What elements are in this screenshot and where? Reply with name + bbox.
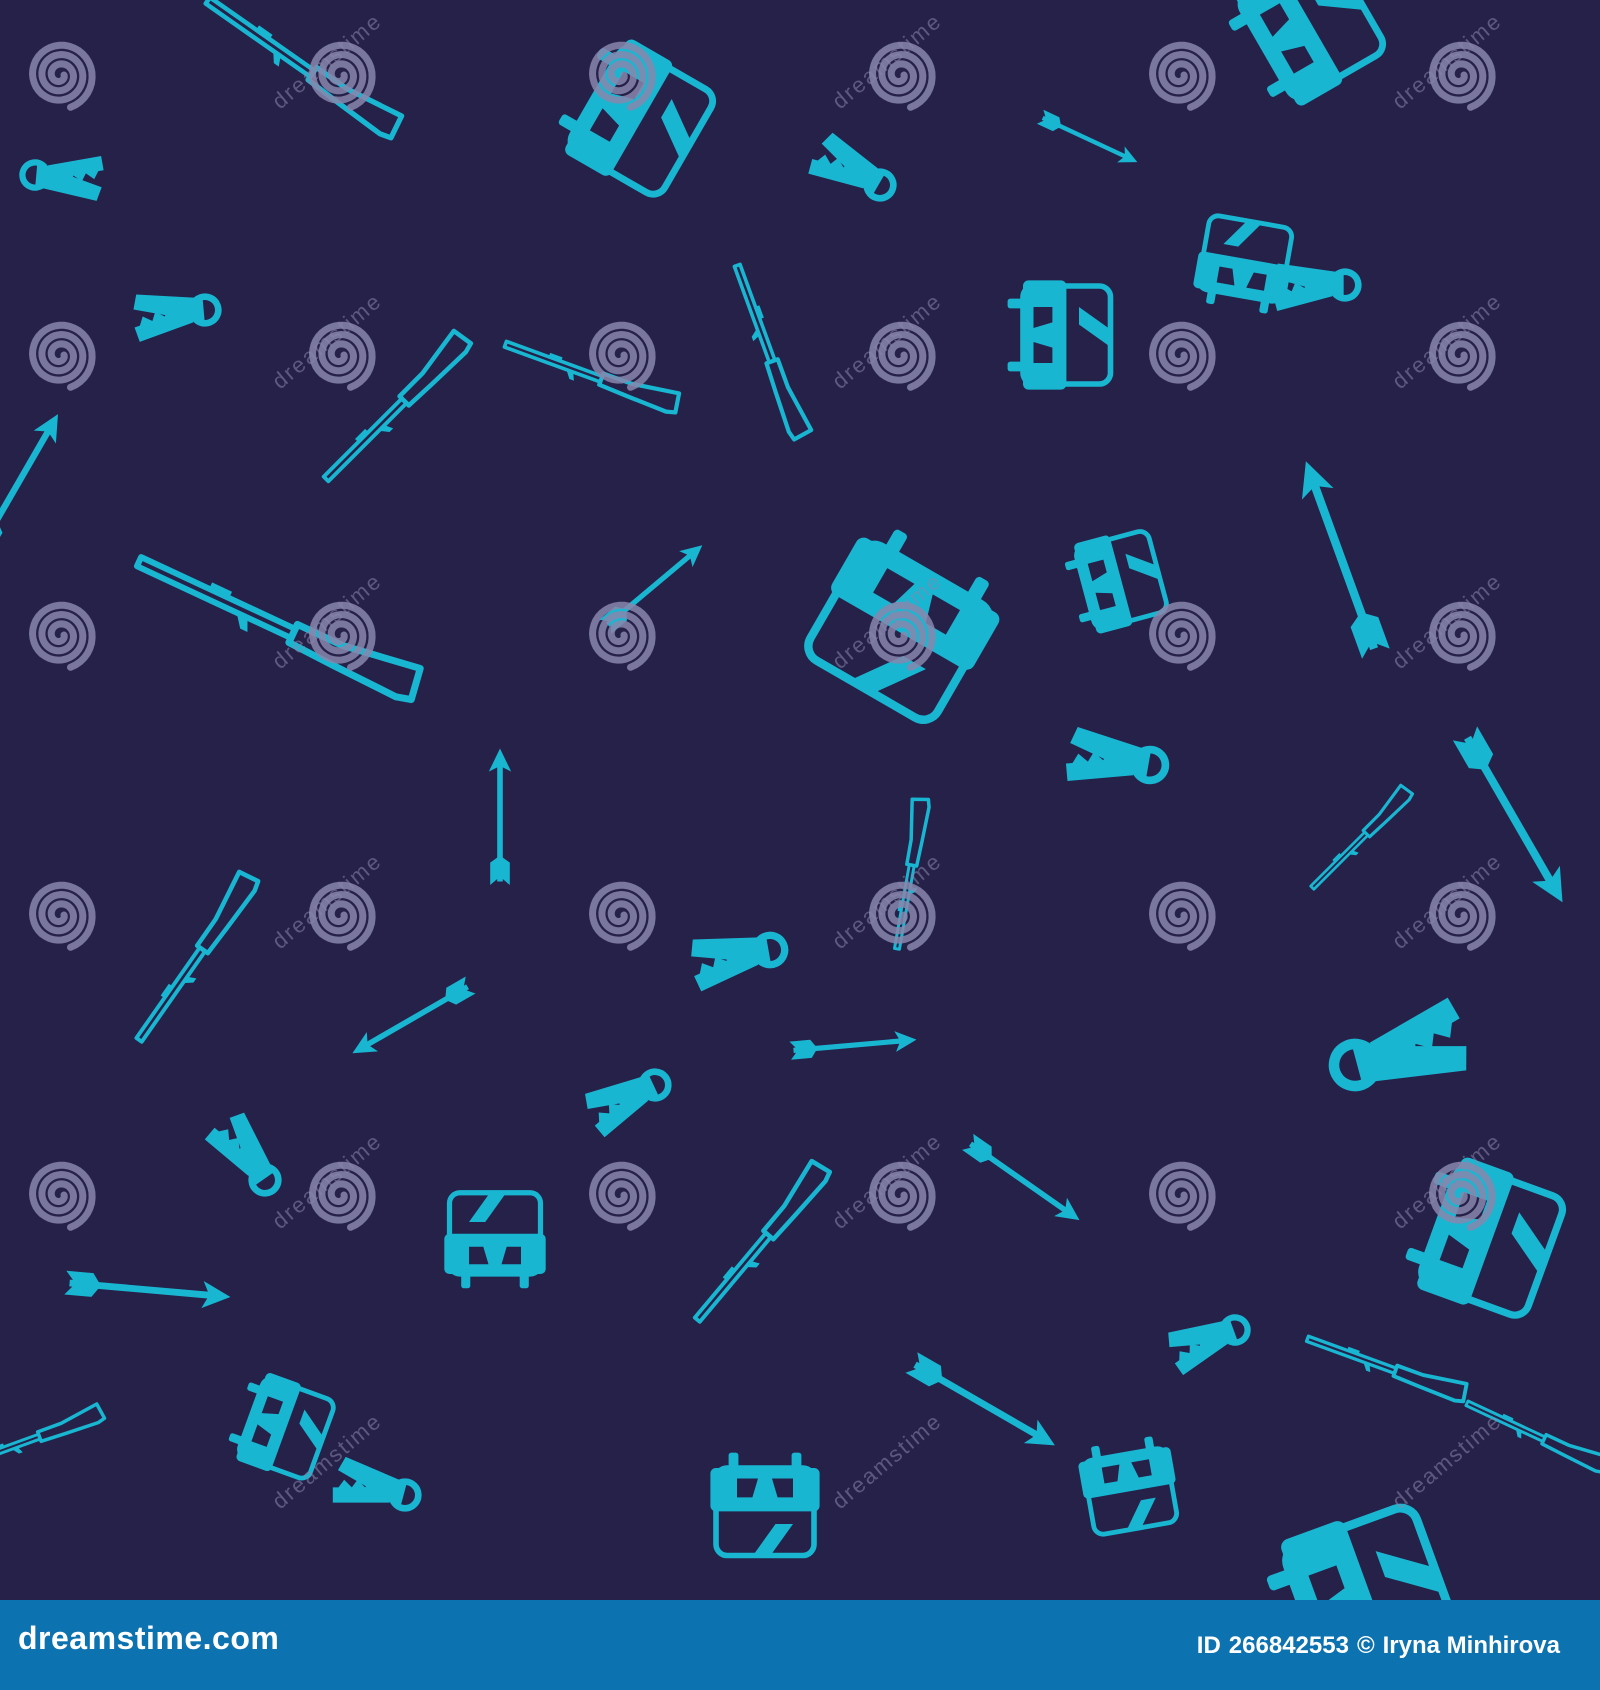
- watermark-spiral-icon: [28, 601, 96, 671]
- site-logo-text[interactable]: dreamstime.com: [18, 1620, 279, 1657]
- watermark-text: dreamstime: [827, 1408, 946, 1514]
- watermark-spiral-icon: [1148, 1161, 1216, 1231]
- stock-image-preview: dreamstime dreamstime dreamstime dreamstime…: [0, 0, 1600, 1690]
- watermark-spiral-icon: [588, 881, 656, 951]
- watermark-text: dreamstime: [1387, 1408, 1506, 1514]
- author-name: Iryna Minhirova: [1382, 1632, 1560, 1659]
- watermark-spiral-icon: [588, 41, 656, 111]
- watermark-spiral-icon: [1148, 601, 1216, 671]
- watermark-spiral-icon: [28, 1161, 96, 1231]
- id-label: ID: [1196, 1632, 1221, 1659]
- image-credit: ID 266842553 © Iryna Minhirova: [1189, 1632, 1560, 1660]
- watermark-spiral-icon: [588, 321, 656, 391]
- id-value: 266842553: [1228, 1632, 1349, 1659]
- watermark-spiral-icon: [1148, 321, 1216, 391]
- watermark-spiral-icon: [28, 321, 96, 391]
- watermark-spiral-icon: [588, 1161, 656, 1231]
- watermark-text: dreamstime: [267, 1408, 386, 1514]
- watermark-spiral-icon: [1148, 41, 1216, 111]
- watermark-spiral-icon: [588, 601, 656, 671]
- watermark-spiral-icon: [28, 881, 96, 951]
- copyright-symbol: ©: [1356, 1632, 1375, 1659]
- seamless-pattern-image: dreamstime dreamstime dreamstime dreamstime…: [0, 0, 1600, 1600]
- watermark-layer: dreamstime dreamstime dreamstimedreamstime…: [28, 8, 1507, 1514]
- watermark-spiral-icon: [28, 41, 96, 111]
- footer-bar: dreamstime.com ID 266842553 © Iryna Minhiro…: [0, 1600, 1600, 1690]
- watermark-spiral-icon: [1148, 881, 1216, 951]
